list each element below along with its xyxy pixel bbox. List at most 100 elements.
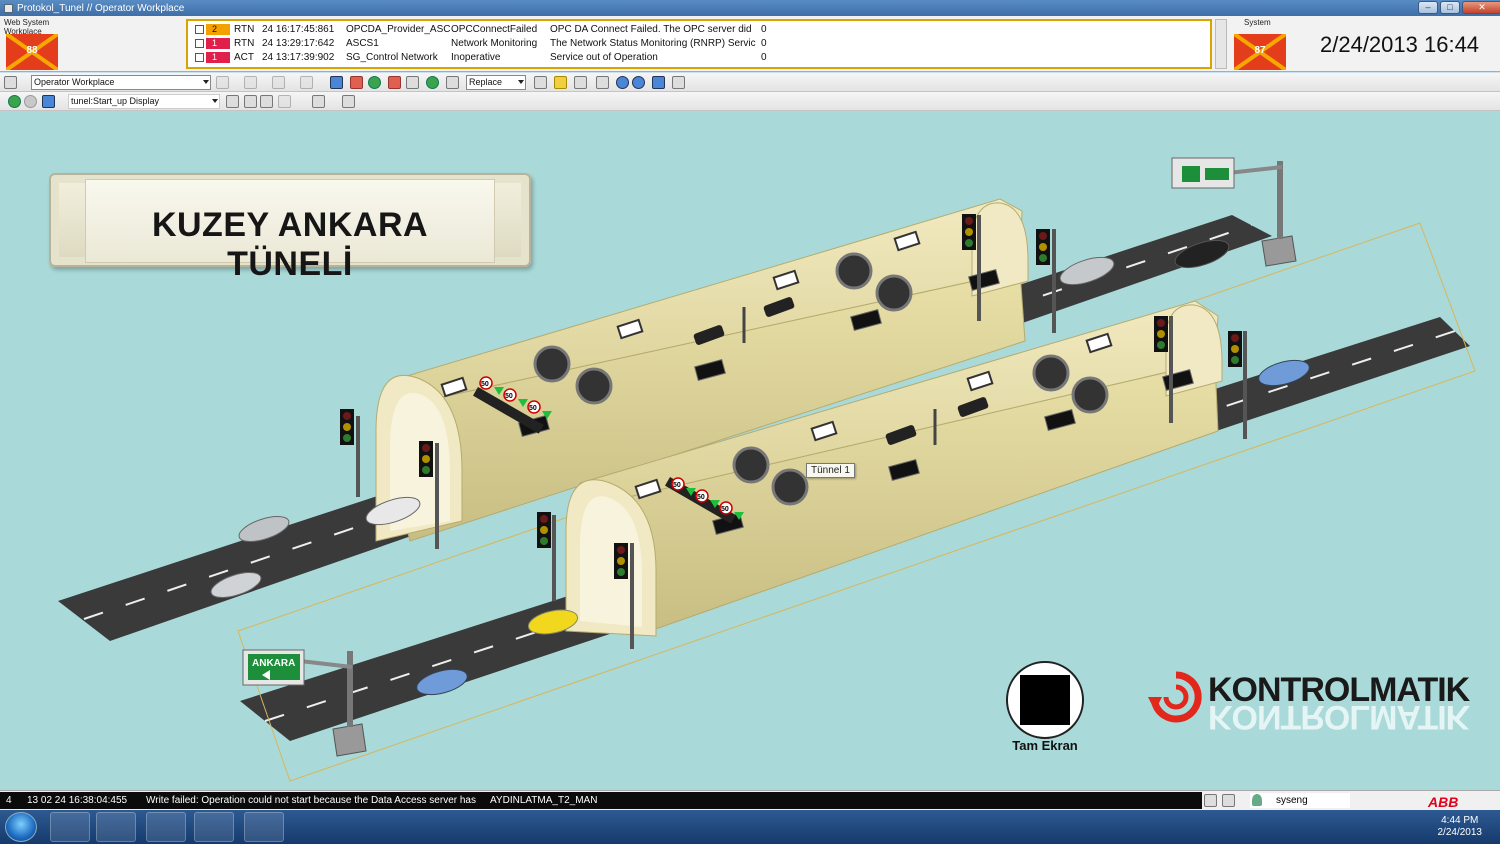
yellow-lamp — [1231, 345, 1239, 353]
tooltip: Tünnel 1 — [806, 463, 855, 478]
alarm-row[interactable]: 1 RTN 24 13:29:17:642 ASCS1 Network Moni… — [188, 37, 1210, 50]
alarm-row[interactable]: 1 ACT 24 13:17:39:902 SG_Control Network… — [188, 51, 1210, 64]
maximize-button[interactable]: □ — [1440, 1, 1460, 14]
start-button[interactable] — [5, 812, 37, 842]
green-lamp — [1157, 341, 1165, 349]
trend-icon[interactable] — [426, 76, 439, 89]
calculator-icon[interactable] — [534, 76, 547, 89]
jet-fan-icon[interactable] — [732, 446, 770, 484]
system-alarm-x-icon: 87 — [1234, 34, 1286, 70]
message-log-icon[interactable] — [1222, 794, 1235, 807]
alarm-source: SG_Control Network — [346, 52, 438, 63]
tools-icon[interactable] — [446, 76, 459, 89]
jet-fan-icon[interactable] — [1032, 354, 1070, 392]
jet-fan-icon[interactable] — [1071, 376, 1109, 414]
alarm-condition: Network Monitoring — [451, 38, 538, 49]
red-lamp — [1039, 232, 1047, 240]
disabled-tool-icon — [300, 76, 313, 89]
help-icon[interactable] — [616, 76, 629, 89]
object-icon[interactable] — [42, 95, 55, 108]
yellow-lamp — [617, 557, 625, 565]
title-plate-inner: KUZEY ANKARA TÜNELİ — [85, 179, 495, 283]
window-titlebar: Protokol_Tunel // Operator Workplace – □… — [0, 0, 1500, 16]
replace-combo-value: Replace — [469, 77, 503, 87]
alarm-list-icon[interactable] — [350, 76, 363, 89]
tray-clock[interactable]: 4:44 PM 2/24/2013 — [1438, 815, 1483, 839]
green-lamp — [422, 466, 430, 474]
system-message-bar[interactable]: 4 13 02 24 16:38:04:455 Write failed: Op… — [0, 792, 1202, 809]
alarm-list[interactable]: 2 RTN 24 16:17:45:861 OPCDA_Provider_ASC… — [186, 19, 1212, 69]
display-combo[interactable]: tunel:Start_up Display — [68, 94, 220, 109]
tool-icon[interactable] — [244, 95, 257, 108]
alarm-list-scrollbar[interactable] — [1215, 19, 1227, 69]
jet-fan-icon[interactable] — [835, 252, 873, 290]
web-system-status[interactable]: Web System Workplace 88 — [4, 18, 64, 70]
fullscreen-square-icon — [1020, 675, 1070, 725]
close-button[interactable]: ✕ — [1462, 1, 1500, 14]
workplace-menu-icon[interactable] — [4, 76, 17, 89]
jet-fan-icon[interactable] — [533, 345, 571, 383]
tool-icon[interactable] — [226, 95, 239, 108]
internet-explorer-icon[interactable] — [50, 812, 90, 842]
user-name: syseng — [1276, 795, 1308, 806]
search-icon[interactable] — [330, 76, 343, 89]
tool-icon[interactable] — [260, 95, 273, 108]
traffic-light[interactable] — [537, 512, 556, 601]
logo-inner — [1163, 684, 1189, 710]
display-combo-value: tunel:Start_up Display — [71, 96, 160, 106]
print-icon[interactable] — [406, 76, 419, 89]
alarm-value: 0 — [761, 52, 767, 63]
media-player-icon[interactable] — [146, 812, 186, 842]
fullscreen-button[interactable] — [1006, 661, 1084, 739]
event-list-icon[interactable] — [368, 76, 381, 89]
document-icon[interactable] — [342, 95, 355, 108]
id-icon[interactable] — [672, 76, 685, 89]
red-lamp — [1231, 334, 1239, 342]
yellow-lamp — [965, 228, 973, 236]
alarm-message: OPC DA Connect Failed. The OPC server di… — [550, 24, 752, 35]
minimize-button[interactable]: – — [1418, 1, 1438, 14]
close-display-icon[interactable] — [652, 76, 665, 89]
yellow-lamp — [540, 526, 548, 534]
toolbar-navigation: tunel:Start_up Display — [0, 92, 1500, 111]
system-status[interactable]: System 87 — [1232, 18, 1292, 70]
file-explorer-icon[interactable] — [96, 812, 136, 842]
forward-arrow-icon[interactable] — [24, 95, 37, 108]
window-title: Protokol_Tunel // Operator Workplace — [17, 2, 185, 14]
system-alarm-x-icon: 88 — [6, 34, 58, 70]
workplace-app-icon[interactable] — [194, 812, 234, 842]
favorites-icon[interactable] — [554, 76, 567, 89]
message-text: Write failed: Operation could not start … — [146, 795, 476, 806]
back-arrow-icon[interactable] — [8, 95, 21, 108]
jet-fan-icon[interactable] — [575, 367, 613, 405]
user-indicator[interactable]: syseng — [1250, 793, 1350, 808]
message-count: 4 — [6, 795, 12, 806]
info-icon[interactable] — [632, 76, 645, 89]
alarm-ack-checkbox[interactable] — [195, 39, 204, 48]
alarm-row[interactable]: 2 RTN 24 16:17:45:861 OPCDA_Provider_ASC… — [188, 23, 1210, 36]
alarm-value: 0 — [761, 24, 767, 35]
red-lamp — [540, 515, 548, 523]
view-icon[interactable] — [312, 95, 325, 108]
logo-reflection: KONTROLMATIK — [1208, 698, 1470, 736]
yellow-lamp — [1039, 243, 1047, 251]
alarm-band-icon[interactable] — [388, 76, 401, 89]
kontrolmatik-logo-icon — [1148, 671, 1202, 723]
fullscreen-label: Tam Ekran — [1012, 738, 1078, 753]
jet-fan-icon[interactable] — [771, 468, 809, 506]
display-title: KUZEY ANKARA TÜNELİ — [151, 206, 429, 283]
alarm-ack-checkbox[interactable] — [195, 53, 204, 62]
window-icon[interactable] — [596, 76, 609, 89]
alarm-ack-checkbox[interactable] — [195, 25, 204, 34]
message-scroll-icon[interactable] — [1204, 794, 1217, 807]
workplace-combo[interactable]: Operator Workplace — [31, 75, 211, 90]
green-lamp — [617, 568, 625, 576]
disabled-tool-icon — [278, 95, 291, 108]
process-display: 50 50 50 50 50 50 ANKARA KUZEY ANKARA TÜ… — [0, 111, 1500, 790]
replace-combo[interactable]: Replace — [466, 75, 526, 90]
traffic-light[interactable] — [340, 409, 360, 497]
jet-fan-icon[interactable] — [875, 274, 913, 312]
speed-limit-text: 50 — [721, 506, 729, 513]
paint-app-icon[interactable] — [244, 812, 284, 842]
lock-icon[interactable] — [574, 76, 587, 89]
